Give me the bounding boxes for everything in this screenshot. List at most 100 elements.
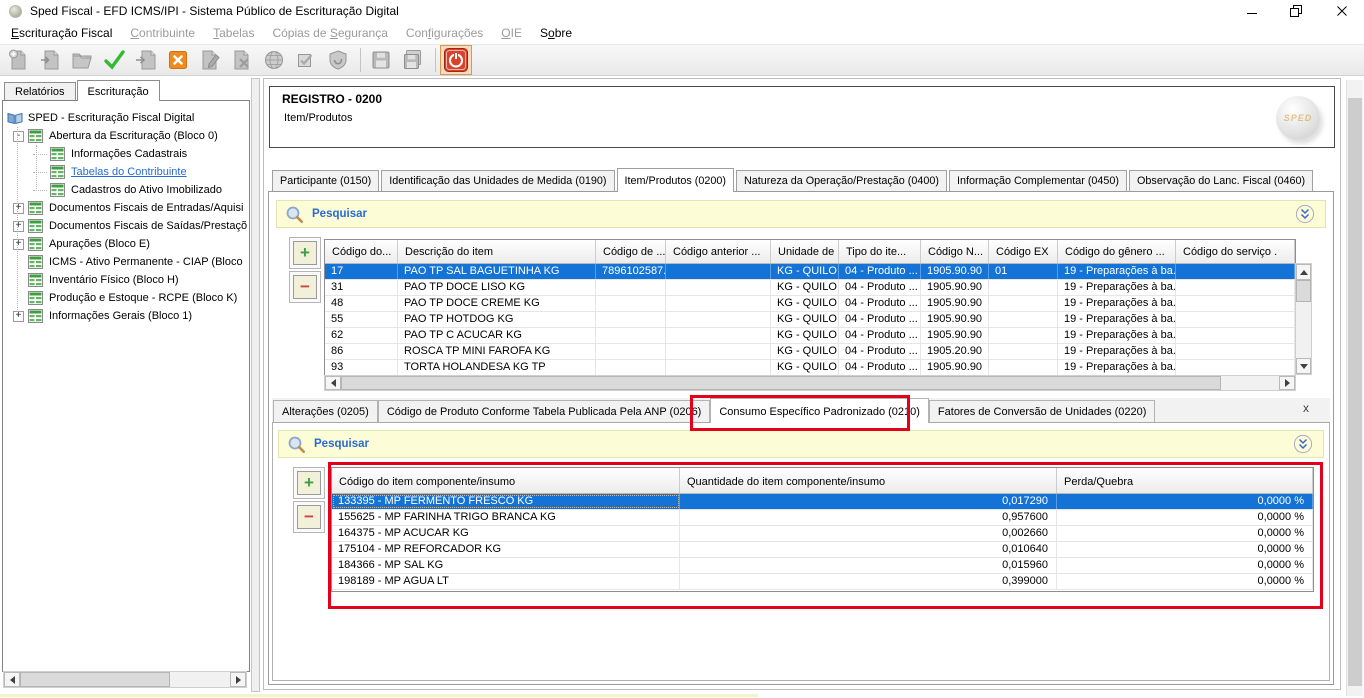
sidebar-tab-escrituracao[interactable]: Escrituração — [77, 80, 160, 101]
record-tab-item-produtos-0200[interactable]: Item/Produtos (0200) — [617, 168, 734, 192]
components-row-3[interactable]: 175104 - MP REFORCADOR KG0,0106400,0000 … — [332, 542, 1313, 558]
search-bar-components[interactable]: Pesquisar — [278, 430, 1324, 458]
tree-item-abertura-da-escrituracao-bloco-0[interactable]: -Abertura da Escrituração (Bloco 0) — [13, 127, 218, 145]
menu-escrituracao-fiscal[interactable]: Escrituração Fiscal — [2, 23, 121, 43]
subtab-fatores-de-conversao-de-unidades-0220[interactable]: Fatores de Conversão de Unidades (0220) — [929, 400, 1156, 422]
menu-configuracoes[interactable]: Configurações — [397, 23, 492, 43]
tree-item-icms-ativo-permanente-ciap-bloco[interactable]: +ICMS - Ativo Permanente - CIAP (Bloco — [13, 253, 243, 271]
search-bar-items[interactable]: Pesquisar — [276, 200, 1326, 228]
items-col-codigo-do[interactable]: Código do... — [325, 240, 398, 263]
tree-item-informacoes-cadastrais[interactable]: Informações Cadastrais — [33, 145, 187, 163]
minus-expander-icon[interactable]: - — [13, 131, 24, 142]
items-table-horizontal-scrollbar[interactable] — [324, 375, 1296, 391]
plus-expander-icon[interactable]: + — [13, 239, 24, 250]
scroll-thumb[interactable] — [1348, 98, 1362, 686]
tree-item-informacoes-gerais-bloco-1[interactable]: +Informações Gerais (Bloco 1) — [13, 307, 192, 325]
minimize-button[interactable] — [1229, 0, 1274, 22]
components-row-5[interactable]: 198189 - MP AGUA LT0,3990000,0000 % — [332, 574, 1313, 590]
items-row-4[interactable]: 62PAO TP C ACUCAR KGKG - QUILO04 - Produ… — [325, 328, 1295, 344]
items-remove-row-button[interactable]: − — [293, 275, 317, 299]
menu-oie[interactable]: OIE — [492, 23, 531, 43]
record-tab-observacao-do-lanc-fiscal-0460[interactable]: Observação do Lanc. Fiscal (0460) — [1129, 170, 1313, 191]
components-cell: 0,399000 — [680, 574, 1057, 589]
items-cell: 1905.20.90 — [921, 344, 989, 359]
items-cell — [666, 344, 771, 359]
items-cell: KG - QUILO — [771, 344, 839, 359]
menu-contribuinte[interactable]: Contribuinte — [121, 23, 204, 43]
menu-tabelas[interactable]: Tabelas — [204, 23, 263, 43]
scroll-left-button[interactable] — [325, 376, 341, 390]
confirm-check-icon[interactable] — [99, 46, 129, 74]
components-col-codigo-do-item-componente-insumo[interactable]: Código do item componente/insumo — [332, 468, 680, 493]
components-col-quantidade-do-item-componente-insumo[interactable]: Quantidade do item componente/insumo — [680, 468, 1057, 493]
tree-item-sped-escrituracao-fiscal-digital[interactable]: SPED - Escrituração Fiscal Digital — [7, 109, 194, 127]
items-table-vertical-scrollbar[interactable] — [1295, 263, 1312, 375]
tree-item-documentos-fiscais-de-entradas-aquisi[interactable]: +Documentos Fiscais de Entradas/Aquisi — [13, 199, 243, 217]
sidebar-tab-relatorios[interactable]: Relatórios — [4, 82, 76, 100]
scroll-right-button[interactable] — [230, 672, 246, 687]
tree-item-producao-e-estoque-rcpe-bloco-k[interactable]: +Produção e Estoque - RCPE (Bloco K) — [13, 289, 237, 307]
collapse-chevron-icon[interactable] — [1295, 204, 1315, 224]
components-remove-row-button[interactable]: − — [297, 505, 321, 529]
components-row-0[interactable]: 133395 - MP FERMENTO FRESCO KG0,0172900,… — [332, 494, 1313, 510]
items-row-5[interactable]: 86ROSCA TP MINI FAROFA KGKG - QUILO04 - … — [325, 344, 1295, 360]
scroll-thumb[interactable] — [1296, 280, 1311, 302]
plus-expander-icon[interactable]: + — [13, 221, 24, 232]
subtab-consumo-especifico-padronizado-0210[interactable]: Consumo Específico Padronizado (0210) — [710, 398, 929, 423]
close-button[interactable] — [1319, 0, 1364, 22]
plus-expander-icon[interactable]: + — [13, 203, 24, 214]
panel-splitter[interactable] — [251, 78, 260, 692]
plus-expander-icon[interactable]: + — [13, 311, 24, 322]
components-row-4[interactable]: 184366 - MP SAL KG0,0159600,0000 % — [332, 558, 1313, 574]
delete-record-icon[interactable] — [163, 46, 193, 74]
items-col-tipo-do-ite[interactable]: Tipo do ite... — [839, 240, 921, 263]
components-add-row-button[interactable]: + — [297, 471, 321, 495]
exit-power-icon[interactable] — [441, 46, 471, 74]
items-cell: TORTA HOLANDESA KG TP — [398, 360, 596, 375]
items-col-unidade-de[interactable]: Unidade de ... — [771, 240, 839, 263]
scroll-down-button[interactable] — [1296, 358, 1311, 374]
record-tab-natureza-da-operacao-prestacao-0400[interactable]: Natureza da Operação/Prestação (0400) — [736, 170, 947, 191]
window-vertical-scrollbar[interactable] — [1346, 80, 1363, 696]
record-tab-participante-0150[interactable]: Participante (0150) — [272, 170, 379, 191]
items-cell — [989, 296, 1058, 311]
restore-button[interactable] — [1274, 0, 1319, 22]
items-cell — [989, 328, 1058, 343]
menu-sobre[interactable]: Sobre — [531, 23, 581, 43]
items-row-3[interactable]: 55PAO TP HOTDOG KGKG - QUILO04 - Produto… — [325, 312, 1295, 328]
scroll-thumb[interactable] — [20, 672, 170, 687]
subtabs-close-button[interactable]: x — [1303, 401, 1309, 415]
items-add-row-button[interactable]: + — [293, 241, 317, 265]
items-col-codigo-de[interactable]: Código de ... — [596, 240, 666, 263]
scroll-right-button[interactable] — [1279, 376, 1295, 390]
sidebar-horizontal-scrollbar[interactable] — [3, 671, 247, 688]
scroll-up-button[interactable] — [1296, 264, 1311, 280]
record-tab-informacao-complementar-0450[interactable]: Informação Complementar (0450) — [949, 170, 1127, 191]
tree-item-cadastros-do-ativo-imobilizado[interactable]: Cadastros do Ativo Imobilizado — [33, 181, 222, 199]
components-col-perda-quebra[interactable]: Perda/Quebra — [1057, 468, 1313, 493]
components-row-1[interactable]: 155625 - MP FARINHA TRIGO BRANCA KG0,957… — [332, 510, 1313, 526]
subtab-alteracoes-0205[interactable]: Alterações (0205) — [273, 400, 378, 422]
items-col-codigo-do-genero[interactable]: Código do gênero ... — [1058, 240, 1176, 263]
items-row-0[interactable]: 17PAO TP SAL BAGUETINHA KG7896102587...K… — [325, 264, 1295, 280]
tree-item-tabelas-do-contribuinte[interactable]: Tabelas do Contribuinte — [33, 163, 187, 181]
items-row-2[interactable]: 48PAO TP DOCE CREME KGKG - QUILO04 - Pro… — [325, 296, 1295, 312]
items-cell — [989, 360, 1058, 375]
scroll-thumb[interactable] — [341, 376, 1221, 390]
menu-copias-de-seguranca[interactable]: Cópias de Segurança — [263, 23, 396, 43]
items-col-codigo-ex[interactable]: Código EX — [989, 240, 1058, 263]
tree-item-inventario-fisico-bloco-h[interactable]: +Inventário Físico (Bloco H) — [13, 271, 179, 289]
items-col-codigo-do-servico[interactable]: Código do serviço . — [1176, 240, 1295, 263]
scroll-left-button[interactable] — [4, 672, 20, 687]
items-col-codigo-n[interactable]: Código N... — [921, 240, 989, 263]
items-row-6[interactable]: 93TORTA HOLANDESA KG TPKG - QUILO04 - Pr… — [325, 360, 1295, 376]
tree-item-documentos-fiscais-de-saidas-prestaco[interactable]: +Documentos Fiscais de Saídas/Prestaçõ — [13, 217, 247, 235]
components-row-2[interactable]: 164375 - MP ACUCAR KG0,0026600,0000 % — [332, 526, 1313, 542]
items-col-descricao-do-item[interactable]: Descrição do item — [398, 240, 596, 263]
tree-item-apuracoes-bloco-e[interactable]: +Apurações (Bloco E) — [13, 235, 150, 253]
record-tab-identificacao-das-unidades-de-medida-0190[interactable]: Identificação das Unidades de Medida (01… — [381, 170, 614, 191]
collapse-chevron-icon[interactable] — [1293, 434, 1313, 454]
items-row-1[interactable]: 31PAO TP DOCE LISO KGKG - QUILO04 - Prod… — [325, 280, 1295, 296]
items-col-codigo-anterior[interactable]: Código anterior ... — [666, 240, 771, 263]
subtab-codigo-de-produto-conforme-tabela-publicada-pela-anp-0206[interactable]: Código de Produto Conforme Tabela Public… — [378, 400, 711, 422]
